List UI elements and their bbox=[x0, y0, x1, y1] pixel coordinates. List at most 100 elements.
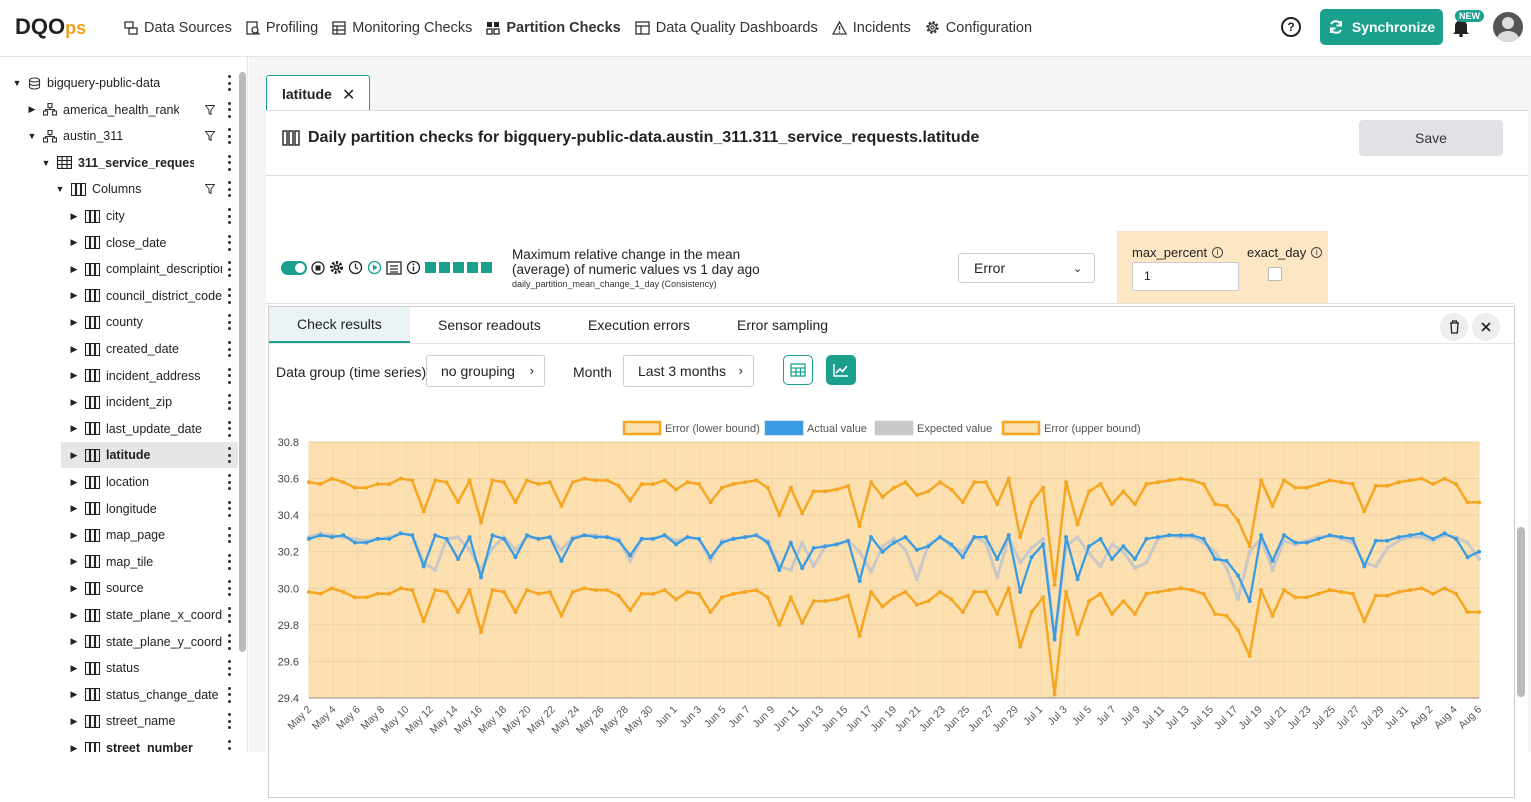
more-menu-icon[interactable] bbox=[226, 154, 232, 171]
more-menu-icon[interactable] bbox=[226, 75, 232, 91]
more-menu-icon[interactable] bbox=[226, 607, 232, 623]
more-menu-icon[interactable] bbox=[226, 181, 232, 198]
close-icon[interactable]: ✕ bbox=[342, 85, 355, 105]
filter-icon[interactable] bbox=[204, 130, 216, 144]
sidebar-item-map-page[interactable]: ▶ map_page bbox=[0, 522, 238, 548]
sidebar-scrollbar[interactable] bbox=[239, 72, 246, 652]
results-list-icon[interactable] bbox=[386, 260, 402, 275]
month-select[interactable]: Last 3 months › bbox=[623, 355, 754, 387]
sidebar-item-status[interactable]: ▶ status bbox=[0, 655, 238, 681]
sidebar-item-created-date[interactable]: ▶ created_date bbox=[0, 336, 238, 362]
sidebar-item-county[interactable]: ▶ county bbox=[0, 309, 238, 335]
caret-right-icon[interactable]: ▶ bbox=[69, 477, 79, 487]
chart-view-button[interactable] bbox=[826, 355, 856, 385]
caret-right-icon[interactable]: ▶ bbox=[69, 530, 79, 540]
caret-right-icon[interactable]: ▶ bbox=[69, 370, 79, 381]
caret-right-icon[interactable]: ▶ bbox=[69, 344, 79, 354]
nav-incidents[interactable]: Incidents bbox=[831, 20, 911, 36]
nav-configuration[interactable]: Configuration bbox=[925, 20, 1032, 36]
sidebar-item-latitude[interactable]: ▶ latitude bbox=[61, 442, 238, 469]
more-menu-icon[interactable] bbox=[226, 660, 232, 677]
more-menu-icon[interactable] bbox=[226, 208, 232, 224]
app-logo[interactable]: DQOps bbox=[15, 14, 86, 40]
caret-right-icon[interactable]: ▶ bbox=[69, 663, 79, 673]
caret-right-icon[interactable]: ▶ bbox=[69, 211, 79, 221]
sidebar-item-close-date[interactable]: ▶ close_date bbox=[0, 230, 238, 256]
data-group-select[interactable]: no grouping › bbox=[426, 355, 545, 387]
exact-day-checkbox[interactable] bbox=[1268, 267, 1282, 281]
caret-right-icon[interactable]: ▶ bbox=[69, 743, 79, 753]
sidebar-item-map-tile[interactable]: ▶ map_tile bbox=[0, 549, 238, 575]
tab-sensor-readouts[interactable]: Sensor readouts bbox=[438, 307, 541, 343]
run-check-icon[interactable] bbox=[367, 260, 382, 275]
caret-right-icon[interactable]: ▶ bbox=[69, 583, 79, 593]
severity-select[interactable]: Error ⌄ bbox=[958, 253, 1095, 283]
sidebar-item-last-update-date[interactable]: ▶ last_update_date bbox=[0, 416, 238, 442]
caret-right-icon[interactable]: ▶ bbox=[69, 503, 79, 514]
caret-right-icon[interactable]: ▶ bbox=[69, 264, 79, 274]
sidebar-item-incident-address[interactable]: ▶ incident_address bbox=[0, 363, 238, 389]
nav-dashboards[interactable]: Data Quality Dashboards bbox=[635, 20, 818, 36]
sidebar-item-longitude[interactable]: ▶ longitude bbox=[0, 496, 238, 522]
schedule-icon[interactable] bbox=[348, 260, 363, 275]
more-menu-icon[interactable] bbox=[226, 287, 232, 304]
more-menu-icon[interactable] bbox=[226, 420, 232, 437]
caret-right-icon[interactable]: ▶ bbox=[69, 636, 79, 647]
sidebar-item-location[interactable]: ▶ location bbox=[0, 469, 238, 495]
more-menu-icon[interactable] bbox=[226, 500, 232, 517]
synchronize-button[interactable]: Synchronize bbox=[1320, 9, 1443, 45]
sidebar-item-street-number[interactable]: ▶ street_number bbox=[0, 735, 238, 752]
sidebar-item-america-health-rankings[interactable]: ▶ america_health_rankings bbox=[0, 97, 238, 123]
more-menu-icon[interactable] bbox=[226, 527, 232, 544]
more-menu-icon[interactable] bbox=[226, 713, 232, 730]
stop-icon[interactable] bbox=[311, 260, 325, 275]
more-menu-icon[interactable] bbox=[226, 686, 232, 703]
tab-error-sampling[interactable]: Error sampling bbox=[737, 307, 828, 343]
sidebar-item-city[interactable]: ▶ city bbox=[0, 203, 238, 229]
caret-right-icon[interactable]: ▶ bbox=[69, 610, 79, 620]
main-scrollbar[interactable] bbox=[1517, 527, 1525, 697]
info-icon[interactable]: i bbox=[1212, 247, 1224, 258]
sidebar-item-incident-zip[interactable]: ▶ incident_zip bbox=[0, 389, 238, 415]
more-menu-icon[interactable] bbox=[226, 367, 232, 384]
max-percent-input[interactable]: 1 bbox=[1132, 262, 1239, 291]
more-menu-icon[interactable] bbox=[226, 314, 232, 331]
tab-execution-errors[interactable]: Execution errors bbox=[588, 307, 690, 343]
caret-down-icon[interactable]: ▼ bbox=[55, 184, 65, 194]
sidebar-item-Columns[interactable]: ▼ Columns bbox=[0, 176, 238, 202]
more-menu-icon[interactable] bbox=[226, 261, 232, 278]
sidebar-item-source[interactable]: ▶ source bbox=[0, 575, 238, 601]
caret-right-icon[interactable]: ▶ bbox=[27, 104, 37, 115]
more-menu-icon[interactable] bbox=[226, 128, 232, 145]
more-menu-icon[interactable] bbox=[226, 474, 232, 490]
nav-profiling[interactable]: Profiling bbox=[246, 20, 318, 36]
sidebar-item-311-service-requests[interactable]: ▼ 311_service_requests bbox=[0, 150, 238, 176]
more-menu-icon[interactable] bbox=[226, 394, 232, 411]
check-enabled-toggle[interactable] bbox=[281, 261, 307, 275]
table-view-button[interactable] bbox=[783, 355, 813, 385]
caret-right-icon[interactable]: ▶ bbox=[69, 237, 79, 248]
nav-partition-checks[interactable]: Partition Checks bbox=[486, 20, 621, 36]
caret-down-icon[interactable]: ▼ bbox=[27, 131, 37, 141]
caret-right-icon[interactable]: ▶ bbox=[69, 397, 79, 407]
more-menu-icon[interactable] bbox=[226, 101, 232, 118]
tab-latitude[interactable]: latitude ✕ bbox=[266, 75, 370, 111]
caret-down-icon[interactable]: ▼ bbox=[41, 158, 51, 168]
settings-icon[interactable] bbox=[329, 260, 344, 275]
more-menu-icon[interactable] bbox=[226, 234, 232, 251]
sidebar-item-state-plane-y-coordinate[interactable]: ▶ state_plane_y_coordinate bbox=[0, 629, 238, 655]
save-button[interactable]: Save bbox=[1359, 120, 1503, 156]
tab-check-results[interactable]: Check results bbox=[269, 307, 410, 343]
more-menu-icon[interactable] bbox=[226, 553, 232, 570]
close-icon[interactable] bbox=[1472, 313, 1500, 341]
more-menu-icon[interactable] bbox=[226, 633, 232, 650]
more-menu-icon[interactable] bbox=[226, 341, 232, 357]
caret-right-icon[interactable]: ▶ bbox=[69, 317, 79, 327]
sidebar-item-complaint-description[interactable]: ▶ complaint_description bbox=[0, 256, 238, 282]
info-icon[interactable] bbox=[406, 260, 421, 275]
delete-icon[interactable] bbox=[1440, 313, 1468, 341]
caret-right-icon[interactable]: ▶ bbox=[69, 450, 79, 460]
caret-down-icon[interactable]: ▼ bbox=[12, 78, 22, 88]
caret-right-icon[interactable]: ▶ bbox=[69, 556, 79, 567]
avatar[interactable] bbox=[1493, 12, 1523, 42]
